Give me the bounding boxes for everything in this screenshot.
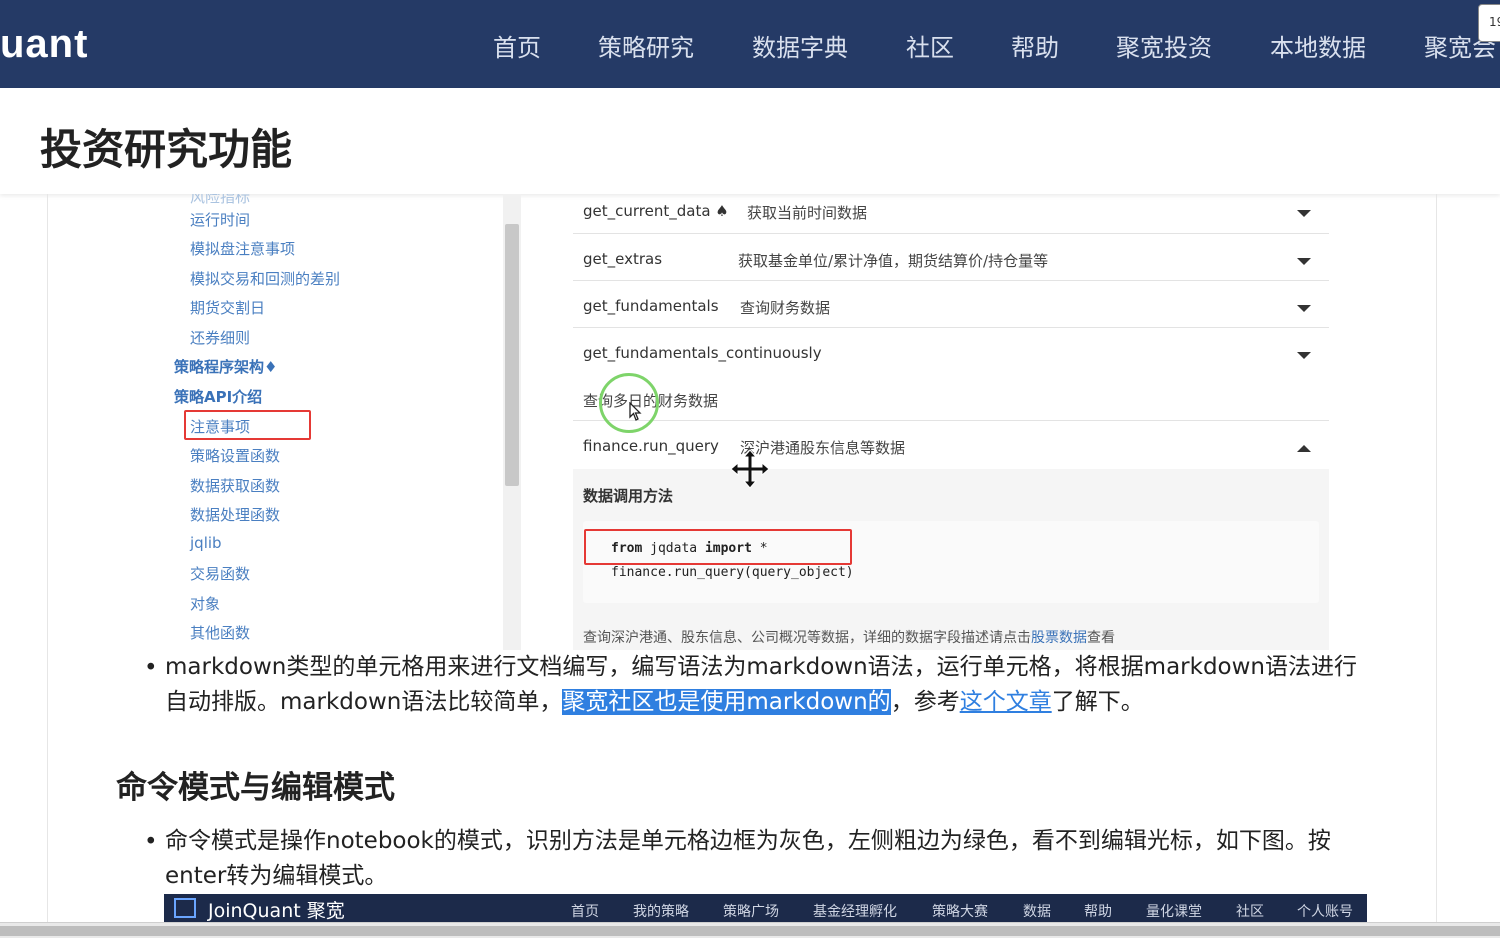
site-logo[interactable]: uant [0,22,88,67]
red-annotation-box-code [584,529,852,565]
section-heading: 命令模式与编辑模式 [116,770,395,806]
sidebar-section-api[interactable]: 策略API介绍 [174,386,262,407]
api-row-get-current-data[interactable]: get_current_data ♠ 获取当前时间数据 [573,194,1329,234]
sidebar-item-futures-delivery[interactable]: 期货交割日 [190,297,265,318]
red-annotation-box-sidebar [184,410,311,440]
sidebar-item-other-funcs[interactable]: 其他函数 [190,622,250,643]
sidebar-item-settings-funcs[interactable]: 策略设置函数 [190,445,280,466]
sidebar-scrollbar-thumb[interactable] [505,224,519,486]
jq-nav-fund-manager: 基金经理孵化 [813,904,897,920]
nav-jk-invest[interactable]: 聚宽投资 [1116,28,1212,63]
title-bar: 投资研究功能 [0,88,1500,194]
chevron-up-icon[interactable] [1297,445,1311,452]
api-row-get-extras[interactable]: get_extras 获取基金单位/累计净值，期货结算价/持仓量等 [573,234,1329,281]
bullet-marker: • [144,655,158,681]
sidebar-item-objects[interactable]: 对象 [190,593,220,614]
joinquant-logo-icon [174,898,196,918]
api-desc: 获取当前时间数据 [747,204,868,222]
chevron-down-icon[interactable] [1297,258,1311,265]
nav-strategy-research[interactable]: 策略研究 [598,28,694,63]
bullet-marker: • [144,829,158,855]
sidebar-item-return-rules[interactable]: 还券细则 [190,327,250,348]
chevron-down-icon[interactable] [1297,352,1311,359]
sidebar-item-sim-vs-backtest[interactable]: 模拟交易和回测的差别 [190,268,340,289]
api-row-get-fundamentals-continuously[interactable]: get_fundamentals_continuously 查询多日的财务数据 [573,328,1329,421]
sidebar-item-sim-notes[interactable]: 模拟盘注意事项 [190,238,295,259]
sidebar-item-processing-funcs[interactable]: 数据处理函数 [190,504,280,525]
api-name: finance.run_query [583,437,719,455]
jq-nav-data: 数据 [1023,904,1051,920]
api-row-get-fundamentals[interactable]: get_fundamentals 查询财务数据 [573,281,1329,328]
api-name: get_fundamentals [583,297,719,315]
corner-badge[interactable]: 19 [1478,4,1500,42]
api-desc: 获取基金单位/累计净值，期货结算价/持仓量等 [738,252,1049,270]
api-desc: 查询财务数据 [740,299,831,317]
command-mode-paragraph: 命令模式是操作notebook的模式，识别方法是单元格边框为灰色，左侧粗边为绿色… [165,828,1331,889]
joinquant-logo-text: JoinQuant 聚宽 [208,900,345,922]
detail-note: 查询深沪港通、股东信息、公司概况等数据，详细的数据字段描述请点击股票数据查看 [583,630,1115,646]
detail-title: 数据调用方法 [583,487,674,505]
embedded-docs-screenshot: 风险指标 运行时间 模拟盘注意事项 模拟交易和回测的差别 期货交割日 还券细则 … [47,194,1347,650]
horizontal-scrollbar-thumb[interactable] [0,926,1500,936]
chevron-down-icon[interactable] [1297,210,1311,217]
jq-nav-home: 首页 [571,904,599,920]
page-title: 投资研究功能 [40,125,293,174]
selected-text: 聚宽社区也是使用markdown的 [562,689,891,715]
sidebar-item-trade-funcs[interactable]: 交易函数 [190,563,250,584]
stock-data-link[interactable]: 股票数据 [1031,630,1087,646]
jq-nav-community: 社区 [1236,904,1264,920]
jq-nav-help: 帮助 [1084,904,1112,920]
joinquant-navbar-image: JoinQuant 聚宽 首页 我的策略 策略广场 基金经理孵化 策略大赛 数据… [164,894,1367,922]
sidebar-item-run-time[interactable]: 运行时间 [190,209,250,230]
nav-help[interactable]: 帮助 [1011,28,1059,63]
jq-nav-strategy-square: 策略广场 [723,904,779,920]
jq-nav-my-strategy: 我的策略 [633,904,689,920]
pointer-cursor-icon [629,402,642,421]
code-line-2: finance.run_query(query_object) [611,565,854,580]
move-cursor-icon [730,449,770,489]
sidebar-section-architecture[interactable]: 策略程序架构♦ [174,356,277,377]
sidebar-item-jqlib[interactable]: jqlib [190,534,222,552]
page-root: uant 首页 策略研究 数据字典 社区 帮助 聚宽投资 本地数据 聚宽会 19… [0,0,1500,938]
chevron-down-icon[interactable] [1297,305,1311,312]
nav-community[interactable]: 社区 [906,28,954,63]
jq-nav-contest: 策略大赛 [932,904,988,920]
nav-home[interactable]: 首页 [493,28,541,63]
jq-nav-account: 个人账号 [1297,904,1353,920]
jq-nav-quant-class: 量化课堂 [1146,904,1202,920]
top-navbar: uant 首页 策略研究 数据字典 社区 帮助 聚宽投资 本地数据 聚宽会 19 [0,0,1500,88]
api-name: get_extras [583,250,663,268]
sidebar-item-clipped: 风险指标 [190,194,251,206]
api-row-finance-run-query[interactable]: finance.run_query 深沪港通股东信息等数据 [573,421,1329,469]
api-name: get_current_data ♠ [583,202,729,220]
nav-local-data[interactable]: 本地数据 [1270,28,1366,63]
nav-data-dictionary[interactable]: 数据字典 [752,28,848,63]
horizontal-scrollbar[interactable] [0,922,1500,938]
markdown-paragraph: markdown类型的单元格用来进行文档编写，编写语法为markdown语法，运… [165,654,1358,715]
api-name: get_fundamentals_continuously [583,344,822,362]
article-link[interactable]: 这个文章 [960,689,1052,715]
sidebar-item-data-funcs[interactable]: 数据获取函数 [190,475,280,496]
